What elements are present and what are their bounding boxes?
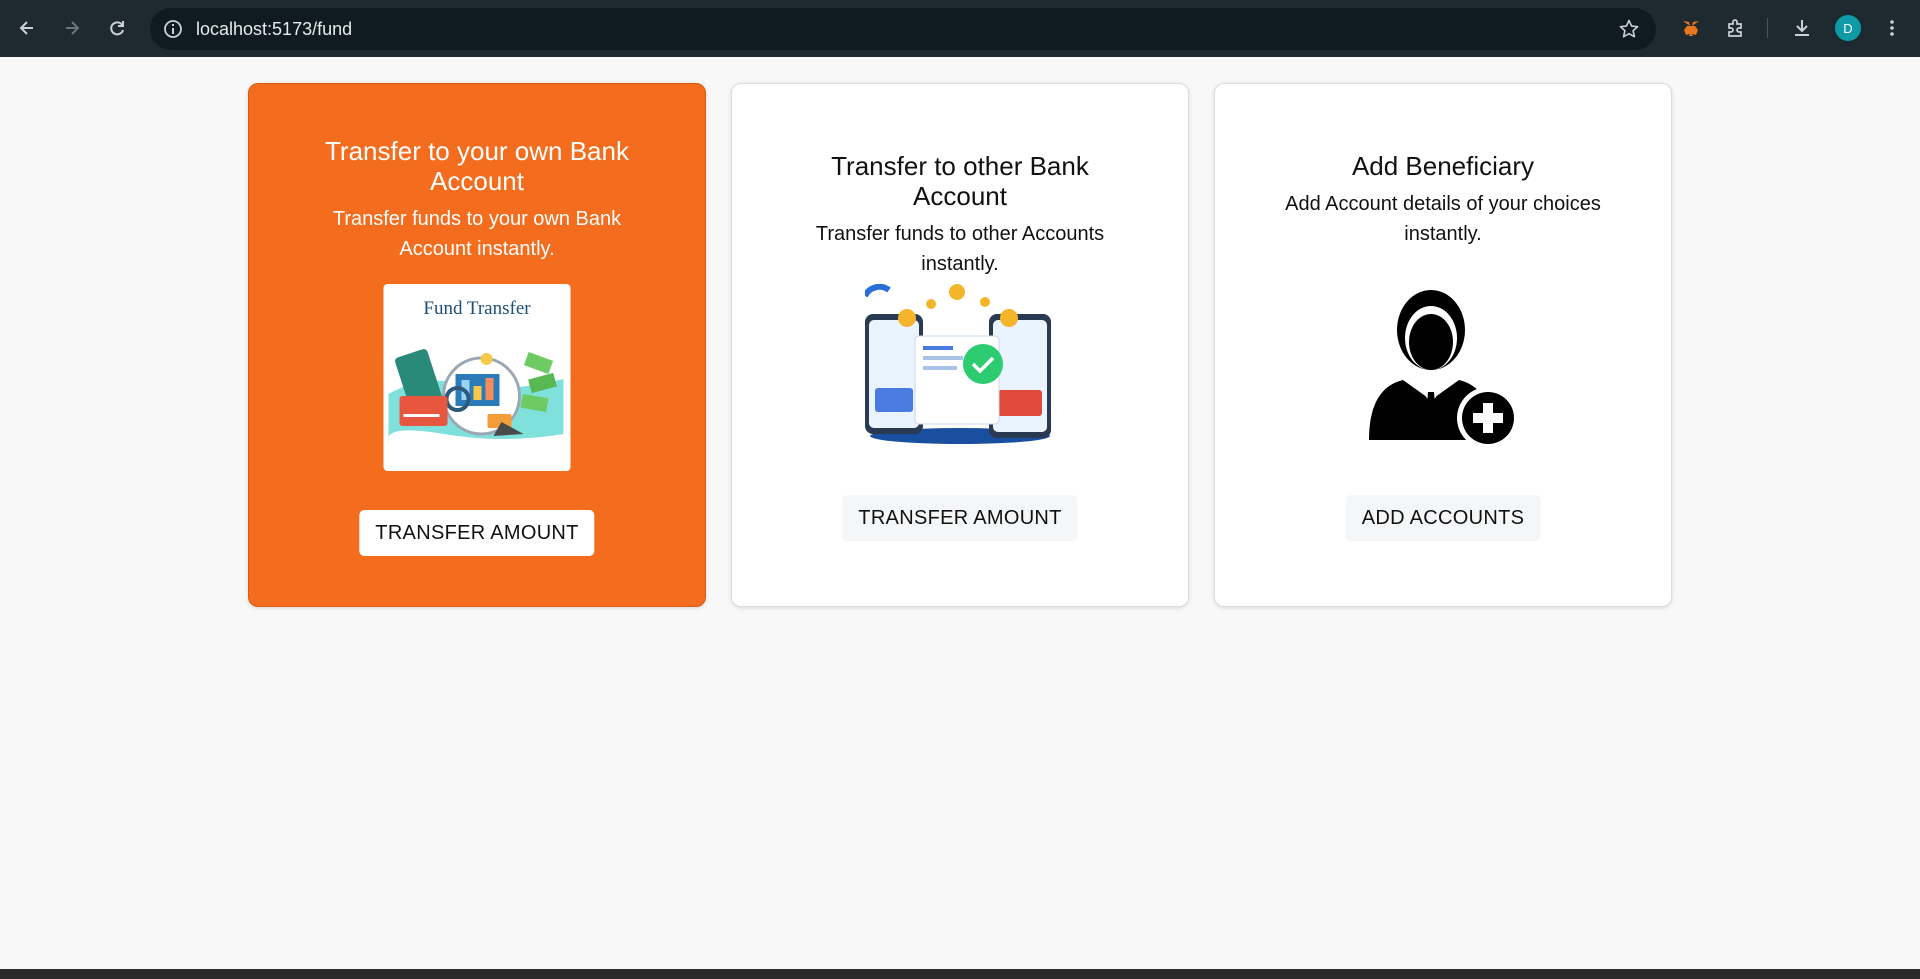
star-icon[interactable]: [1618, 18, 1640, 40]
card-title: Add Beneficiary: [1351, 151, 1535, 181]
back-icon[interactable]: [11, 12, 43, 44]
card-text: Add Beneficiary Add Account details of y…: [1215, 151, 1671, 249]
toolbar-divider: [1767, 18, 1768, 38]
transfer-amount-button[interactable]: TRANSFER AMOUNT: [842, 495, 1078, 541]
url-text[interactable]: localhost:5173/fund: [196, 8, 352, 50]
profile-avatar[interactable]: D: [1835, 15, 1861, 41]
menu-icon[interactable]: [1876, 12, 1908, 44]
card-add-beneficiary[interactable]: Add Beneficiary Add Account details of y…: [1214, 83, 1672, 607]
reload-icon[interactable]: [101, 12, 133, 44]
phone-transfer-illustration: [862, 283, 1055, 446]
add-accounts-button[interactable]: ADD ACCOUNTS: [1345, 495, 1541, 541]
extensions-icon[interactable]: [1720, 12, 1752, 44]
card-other-account-transfer[interactable]: Transfer to other Bank Account Transfer …: [731, 83, 1189, 607]
card-description: Transfer funds to your own Bank Account …: [332, 208, 622, 260]
address-bar[interactable]: localhost:5173/fund: [150, 8, 1656, 50]
browser-toolbar: localhost:5173/fund D: [0, 0, 1920, 57]
info-icon[interactable]: [162, 18, 184, 40]
add-user-icon: [1363, 288, 1523, 450]
metamask-icon[interactable]: [1675, 12, 1707, 44]
card-text: Transfer to your own Bank Account Transf…: [249, 136, 705, 264]
card-description: Add Account details of your choices inst…: [1285, 193, 1601, 245]
os-taskbar: [0, 969, 1920, 979]
card-own-account-transfer[interactable]: Transfer to your own Bank Account Transf…: [248, 83, 706, 607]
card-text: Transfer to other Bank Account Transfer …: [732, 151, 1188, 279]
fund-transfer-illustration: Fund Transfer: [383, 284, 571, 471]
card-title: Transfer to other Bank Account: [831, 151, 1089, 211]
card-description: Transfer funds to other Accounts instant…: [815, 223, 1105, 275]
download-icon[interactable]: [1786, 12, 1818, 44]
card-title: Transfer to your own Bank Account: [325, 136, 629, 196]
forward-icon[interactable]: [56, 12, 88, 44]
transfer-amount-button[interactable]: TRANSFER AMOUNT: [359, 510, 595, 556]
